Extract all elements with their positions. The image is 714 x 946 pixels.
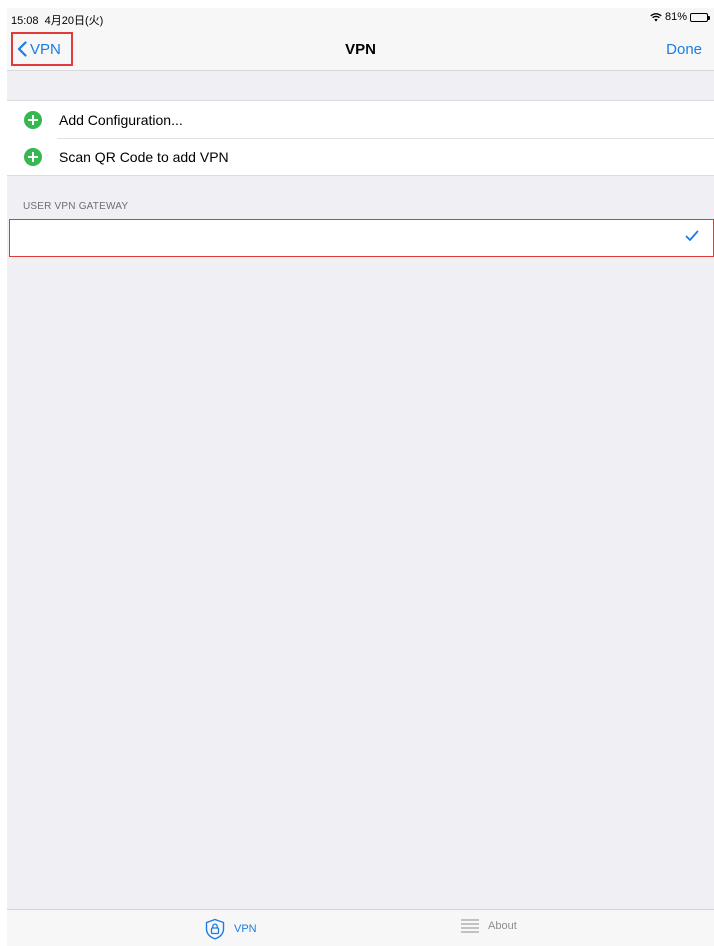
- scan-qr-code-label: Scan QR Code to add VPN: [59, 148, 229, 165]
- tab-vpn[interactable]: VPN: [204, 918, 257, 940]
- tab-bar: VPN About: [7, 909, 714, 946]
- status-time-text: 15:08: [11, 15, 39, 27]
- done-button[interactable]: Done: [666, 41, 702, 58]
- battery-percent: 81%: [664, 11, 687, 23]
- section-header: USER VPN GATEWAY: [23, 201, 129, 212]
- navigation-bar: VPN VPN Done: [7, 30, 714, 71]
- add-vpn-list: Add Configuration... Scan QR Code to add…: [7, 100, 714, 176]
- vpn-gateway-row[interactable]: [9, 219, 714, 257]
- add-configuration-label: Add Configuration...: [59, 111, 183, 128]
- vpn-screen: 15:08 4月20日(火) 81% VPN VPN Done Add Conf…: [7, 8, 714, 946]
- shield-lock-icon: [205, 918, 225, 940]
- tab-about-label: About: [488, 920, 517, 932]
- plus-circle-icon: [24, 147, 42, 166]
- tab-about[interactable]: About: [460, 918, 517, 934]
- add-configuration-row[interactable]: Add Configuration...: [7, 101, 714, 138]
- scan-qr-code-row[interactable]: Scan QR Code to add VPN: [7, 138, 714, 175]
- page-title: VPN: [345, 41, 376, 58]
- status-time: 15:08 4月20日(火): [11, 12, 103, 28]
- list-icon: [461, 919, 479, 933]
- status-date-text: 4月20日(火): [44, 15, 104, 27]
- status-bar: 15:08 4月20日(火) 81%: [7, 8, 714, 30]
- battery-icon: [690, 12, 710, 22]
- plus-circle-icon: [24, 110, 42, 129]
- checkmark-icon: [685, 230, 699, 241]
- status-indicators: 81%: [650, 11, 710, 23]
- wifi-icon: [650, 13, 662, 22]
- tab-vpn-label: VPN: [234, 923, 257, 935]
